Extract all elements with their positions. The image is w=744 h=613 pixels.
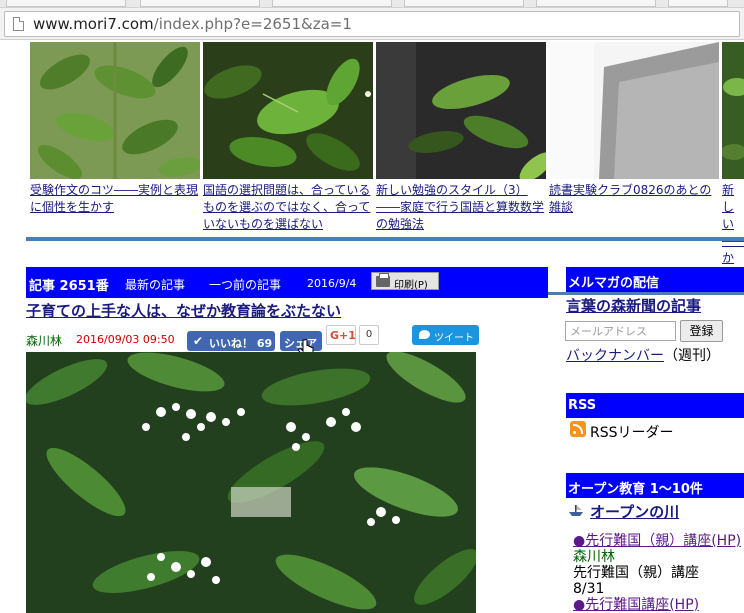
url-field[interactable]: www.mori7.com/index.php?e=2651&za=1 [4, 11, 740, 37]
address-bar: www.mori7.com/index.php?e=2651&za=1 [0, 8, 744, 40]
thumbnail-caption[interactable]: 新しい勉強のスタイル（3）――家庭で行う国語と算数数学の勉強法 [376, 182, 546, 233]
browser-tab-strip [0, 0, 744, 8]
register-button[interactable]: 登録 [680, 320, 723, 342]
thumbnail-caption[interactable]: 受験作文のコツ――実例と表現に個性を生かす [30, 182, 200, 216]
open-river-link[interactable]: オープンの川 [590, 501, 679, 522]
email-field[interactable] [565, 321, 676, 341]
rss-reader-link[interactable]: RSSリーダー [590, 422, 674, 442]
browser-tab[interactable] [668, 0, 728, 7]
backnumber-row: バックナンバー（週刊） [566, 345, 720, 365]
facebook-like-button[interactable]: ✔ いいね！ 69 [187, 331, 275, 351]
browser-tab[interactable] [404, 0, 524, 7]
twitter-bird-icon [419, 330, 430, 339]
article-date-short: 2016/9/4 [307, 277, 357, 290]
tweet-button[interactable]: ツイート [412, 325, 479, 345]
gplus-label: G+1 [330, 329, 356, 342]
thumbnail-photo-4[interactable] [549, 42, 719, 179]
tweet-label: ツイート [434, 333, 474, 344]
sidebar-item-author-name[interactable]: 森川林 [573, 549, 615, 565]
boat-icon [569, 505, 583, 516]
plant-photo-3 [376, 42, 546, 179]
browser-tab[interactable] [272, 0, 392, 7]
sidebar-item-link[interactable]: ●先行難国（親）講座(HP) [573, 533, 741, 549]
previous-article-link[interactable]: 一つ前の記事 [209, 276, 281, 293]
thumbnail-caption[interactable]: 読書実験クラブ0826のあとの雑談 [549, 182, 719, 216]
article-author[interactable]: 森川林 [26, 332, 62, 349]
url-text[interactable]: www.mori7.com/index.php?e=2651&za=1 [33, 15, 352, 33]
sidebar-item-title: 先行難国（親）講座 [573, 565, 699, 581]
thumbnail-plant-3[interactable] [376, 42, 546, 179]
article-title[interactable]: 子育ての上手な人は、なぜか教育論をぶたない [26, 300, 341, 321]
article-timestamp: 2016/09/03 09:50 [76, 333, 175, 346]
photo-4 [549, 42, 719, 179]
mailmag-title-link[interactable]: 言葉の森新聞の記事 [566, 295, 701, 316]
thumbnail-plant-1[interactable] [30, 42, 200, 179]
plant-photo-5 [722, 42, 744, 179]
print-label: 印刷(P) [394, 280, 428, 291]
backnumber-note: （週刊） [664, 348, 720, 364]
like-label: いいね！ 69 [209, 337, 273, 350]
open-education-header: オープン教育 1〜10件 [566, 473, 744, 498]
sidebar-item-date: 8/31 [573, 581, 605, 597]
browser-tab[interactable] [6, 0, 126, 7]
sidebar-item-author: 森川林 [573, 549, 615, 565]
thumbnail-plant-5[interactable] [722, 42, 744, 179]
page-icon [13, 17, 24, 31]
gplus-count: 0 [359, 325, 379, 345]
backnumber-link[interactable]: バックナンバー [566, 348, 664, 364]
plant-photo-2 [203, 42, 373, 179]
sidebar-item-link[interactable]: ●先行難国講座(HP) [573, 597, 699, 613]
checkmark-icon: ✔ [193, 334, 204, 348]
url-host: www.mori7.com [33, 15, 154, 33]
article-header-bar: 記事 2651番 最新の記事 一つ前の記事 2016/9/4 印刷(P) [26, 267, 548, 298]
section-divider [26, 237, 744, 241]
plant-photo-1 [30, 42, 200, 179]
rss-icon[interactable] [570, 421, 586, 437]
latest-article-link[interactable]: 最新の記事 [125, 276, 185, 293]
thumbnail-plant-2[interactable] [203, 42, 373, 179]
print-button[interactable]: 印刷(P) [371, 272, 439, 291]
google-plus-button[interactable]: G+1 [326, 325, 356, 345]
url-path: /index.php?e=2651&za=1 [153, 15, 352, 33]
article-photo [26, 352, 476, 613]
rss-header: RSS [566, 393, 744, 418]
flowering-shrub-photo [26, 352, 476, 613]
mailmag-header: メルマガの配信 [566, 267, 744, 292]
browser-tab[interactable] [140, 0, 260, 7]
browser-tab[interactable] [536, 0, 656, 7]
thumbnail-caption[interactable]: 国語の選択問題は、合っているものを選ぶのではなく、合っていないものを選ばない [203, 182, 373, 233]
printer-icon [376, 273, 390, 287]
article-number: 記事 2651番 [29, 279, 109, 294]
